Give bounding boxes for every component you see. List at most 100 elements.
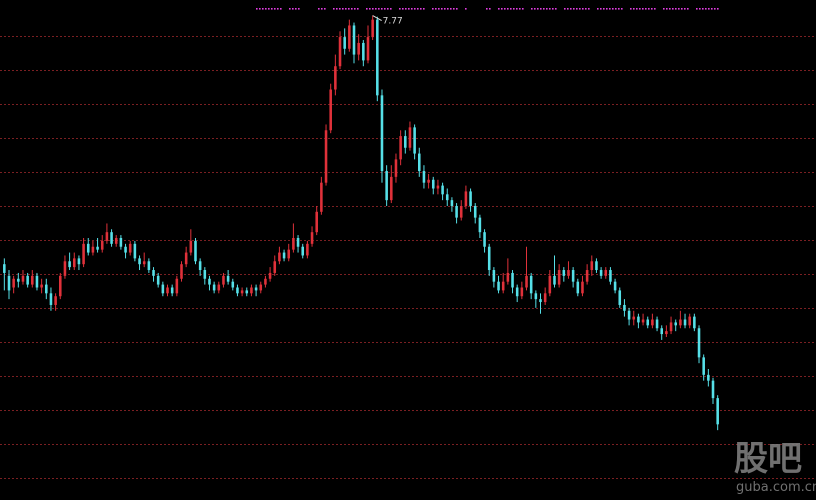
candle-series	[3, 15, 719, 431]
candle	[72, 252, 76, 271]
signal-dot	[381, 8, 383, 10]
signal-dot	[696, 8, 698, 10]
candle-body	[539, 299, 542, 303]
candle-body	[26, 275, 29, 285]
candle-body	[180, 264, 183, 279]
candle	[240, 287, 244, 297]
candle	[119, 235, 123, 250]
signal-dot	[537, 8, 539, 10]
watermark-logo: 股吧	[734, 439, 802, 479]
signal-dot	[298, 8, 300, 10]
signal-dot	[280, 8, 282, 10]
candle-body	[21, 275, 25, 282]
signal-dot	[262, 8, 264, 10]
signal-dot	[405, 8, 407, 10]
candle	[595, 258, 598, 273]
candle-body	[161, 284, 165, 294]
signal-dot	[615, 8, 617, 10]
signal-dot	[576, 8, 578, 10]
candle-body	[292, 238, 295, 250]
candle-body	[399, 136, 402, 160]
candle-body	[660, 328, 664, 335]
candle	[492, 267, 496, 288]
signal-dot	[274, 8, 276, 10]
signal-dot	[292, 8, 294, 10]
candle-body	[212, 284, 216, 291]
signal-dot	[486, 8, 488, 10]
signal-dot	[522, 8, 524, 10]
candle-body	[487, 246, 491, 271]
signal-dot	[501, 8, 503, 10]
candle	[203, 267, 207, 285]
candle	[581, 275, 584, 297]
candle	[478, 214, 482, 238]
signal-dot	[606, 8, 608, 10]
candle-body	[562, 270, 566, 276]
signal-dot	[271, 8, 273, 10]
candle-body	[390, 176, 393, 201]
signal-dot	[378, 8, 380, 10]
candle	[306, 240, 309, 259]
candle	[124, 243, 127, 259]
candle-body	[198, 261, 202, 271]
candle	[334, 54, 337, 96]
candle	[180, 261, 183, 282]
candle-body	[595, 261, 598, 271]
candle	[506, 258, 510, 285]
candle-body	[166, 287, 169, 294]
candle-body	[236, 287, 239, 294]
signal-dot	[259, 8, 261, 10]
signal-dot	[546, 8, 548, 10]
candle-body	[609, 270, 612, 282]
candle	[557, 264, 561, 288]
candle-body	[7, 275, 11, 291]
signal-dot	[654, 8, 656, 10]
candle-body	[245, 290, 249, 294]
candle	[450, 197, 454, 212]
signal-dot	[597, 8, 599, 10]
candle-body	[679, 319, 682, 326]
candle	[217, 281, 221, 294]
signal-dot	[289, 8, 291, 10]
candle	[231, 278, 235, 291]
candle	[35, 272, 39, 291]
candle	[287, 243, 291, 262]
candle-body	[306, 243, 309, 256]
candle-body	[49, 293, 53, 305]
candle-body	[511, 272, 514, 288]
candle-body	[301, 246, 305, 256]
candle	[226, 270, 230, 285]
watermark-site: guba.com.cn	[736, 480, 816, 495]
candle	[385, 165, 388, 206]
candle-body	[623, 304, 626, 311]
signal-dot	[663, 8, 665, 10]
candle-body	[422, 171, 426, 183]
candle	[310, 226, 314, 247]
candle-body	[632, 316, 636, 320]
candle-body	[315, 211, 318, 233]
signal-dot	[447, 8, 449, 10]
candle	[236, 284, 239, 297]
candle	[26, 272, 29, 288]
candle	[292, 223, 295, 253]
candle-body	[203, 270, 207, 279]
signal-dot	[609, 8, 611, 10]
candle	[641, 313, 645, 326]
signal-dot	[465, 8, 467, 10]
candle	[501, 272, 505, 294]
candle	[343, 28, 346, 55]
signal-dot	[456, 8, 458, 10]
candle-body	[77, 258, 81, 265]
signal-dot	[507, 8, 509, 10]
signal-markers	[256, 8, 719, 10]
candle	[63, 255, 67, 279]
candle	[483, 229, 486, 253]
candle	[245, 287, 249, 297]
candle	[152, 267, 155, 282]
candle-body	[394, 159, 398, 177]
signal-dot	[708, 8, 710, 10]
candle-body	[371, 19, 374, 38]
candle-body	[455, 205, 458, 218]
candle-body	[278, 252, 281, 262]
signal-dot	[711, 8, 713, 10]
